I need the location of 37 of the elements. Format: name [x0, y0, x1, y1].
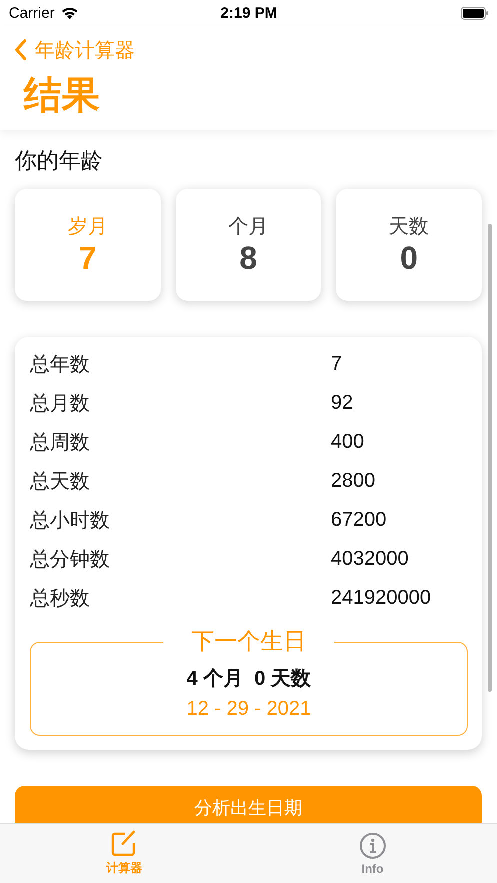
tab-item[interactable]: Info — [248, 824, 497, 883]
age-label: 岁月 — [68, 215, 108, 240]
age-label: 天数 — [389, 215, 430, 240]
back-button[interactable]: 年龄计算器 — [0, 34, 135, 66]
info-icon — [358, 832, 387, 860]
stat-value: 241920000 — [331, 587, 432, 610]
stat-label: 总月数 — [30, 392, 91, 417]
section-title: 你的年龄 — [15, 147, 103, 175]
tab-item[interactable]: 计算器 — [0, 824, 248, 883]
stat-label: 总小时数 — [30, 509, 111, 534]
stat-value: 7 — [331, 353, 342, 376]
battery-icon — [460, 6, 489, 20]
stat-label: 总天数 — [30, 470, 91, 495]
stat-value: 92 — [331, 392, 354, 415]
carrier-label: Carrier — [9, 4, 55, 22]
birthday-date: 12 - 29 - 2021 — [186, 698, 312, 721]
birthday-countdown: 4 个月 0 天数 — [186, 667, 312, 692]
stat-value: 400 — [331, 431, 364, 454]
stat-label: 总年数 — [30, 353, 91, 378]
age-value: 7 — [78, 240, 97, 276]
age-card[interactable]: 天数 0 — [336, 189, 482, 301]
age-value: 8 — [240, 240, 258, 276]
age-card[interactable]: 个月 8 — [176, 189, 322, 301]
stat-value: 2800 — [331, 470, 376, 493]
analyze-button[interactable]: 分析出生日期 — [15, 786, 482, 823]
chevron-icon — [14, 39, 27, 61]
stat-label: 总秒数 — [30, 587, 91, 612]
stat-value: 4032000 — [331, 548, 409, 571]
status-time: 2:19 PM — [220, 4, 278, 22]
wifi-icon — [60, 6, 79, 20]
stat-label: 总周数 — [30, 431, 91, 456]
stat-value: 67200 — [331, 509, 387, 532]
stat-label: 总分钟数 — [30, 548, 111, 573]
age-label: 个月 — [228, 215, 268, 240]
age-card[interactable]: 岁月 7 — [15, 189, 161, 301]
age-value: 0 — [400, 240, 418, 276]
page-title: 结果 — [24, 74, 101, 119]
